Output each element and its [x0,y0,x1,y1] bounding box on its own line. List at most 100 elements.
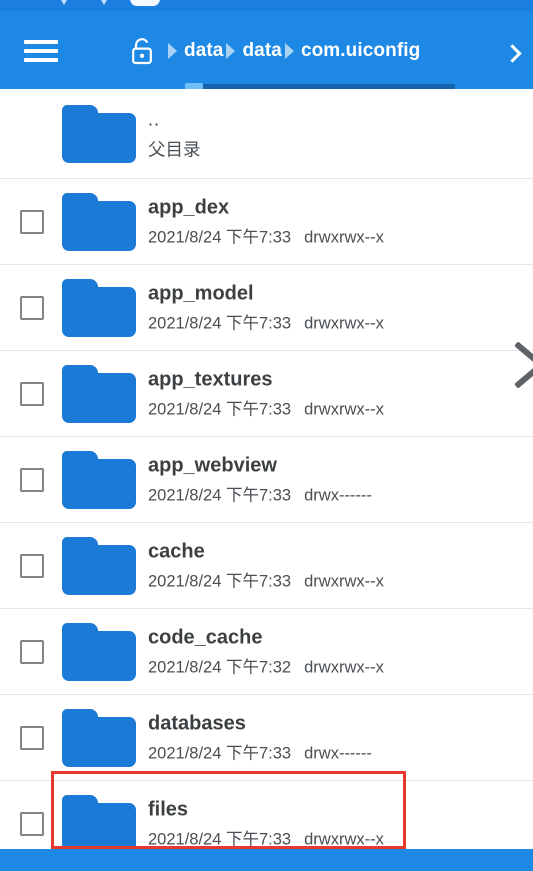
list-item-meta: 2021/8/24 下午7:33 drwxrwx--x [148,311,384,335]
folder-icon [62,794,136,849]
signal-icon [96,0,112,5]
table-row[interactable]: app_webview 2021/8/24 下午7:33 drwx------ [0,437,533,523]
folder-icon [62,364,136,423]
list-item-date: 2021/8/24 下午7:33 [148,572,292,590]
list-item-name: app_dex [148,196,230,218]
list-item-permissions: drwx------ [304,744,372,762]
list-item-date: 2021/8/24 下午7:33 [148,314,292,332]
list-item-meta: 2021/8/24 下午7:33 drwxrwx--x [148,225,384,249]
list-item-text: app_model 2021/8/24 下午7:33 drwxrwx--x [148,280,384,335]
list-item-text: app_dex 2021/8/24 下午7:33 drwxrwx--x [148,194,384,249]
list-item-name: app_textures [148,368,273,390]
folder-body [62,802,136,849]
file-list[interactable]: .. 父目录 app_dex 2021/8/24 下午7:33 drwxrwx--x… [0,89,533,849]
table-row[interactable]: cache 2021/8/24 下午7:33 drwxrwx--x [0,523,533,609]
folder-icon [62,536,136,595]
list-item-date: 2021/8/24 下午7:33 [148,830,292,848]
list-item-meta: 2021/8/24 下午7:32 drwxrwx--x [148,655,384,679]
breadcrumb-item-data[interactable]: data [242,40,281,62]
breadcrumb-item-data[interactable]: data [184,40,223,62]
row-checkbox[interactable] [20,381,44,406]
signal-icon [56,0,72,5]
breadcrumb-separator-icon [284,43,294,59]
folder-icon [62,192,136,251]
table-row[interactable]: app_textures 2021/8/24 下午7:33 drwxrwx--x [0,351,533,437]
list-item-parent-directory[interactable]: .. 父目录 [0,89,533,179]
list-item-text: cache 2021/8/24 下午7:33 drwxrwx--x [148,538,384,593]
menu-bar-line [24,40,58,44]
table-row[interactable]: code_cache 2021/8/24 下午7:32 drwxrwx--x [0,609,533,695]
bottom-bar [0,849,533,871]
folder-body [62,286,136,337]
hamburger-menu-icon[interactable] [24,38,58,64]
breadcrumb-separator-icon [226,43,236,59]
status-bar [0,0,533,11]
folder-icon [62,104,136,163]
list-item-permissions: drwxrwx--x [304,572,384,590]
folder-body [62,200,136,251]
list-item-text: .. 父目录 [148,106,201,161]
file-rows: app_dex 2021/8/24 下午7:33 drwxrwx--x app_mod… [0,179,533,849]
list-item-date: 2021/8/24 下午7:33 [148,486,292,504]
chevron-right-icon[interactable] [509,337,533,395]
folder-body [62,716,136,767]
list-item-permissions: drwxrwx--x [304,658,384,676]
folder-icon [62,622,136,681]
folder-body [62,630,136,681]
list-item-permissions: drwxrwx--x [304,314,384,332]
folder-icon [62,708,136,767]
list-item-name: app_model [148,282,254,304]
folder-icon [62,278,136,337]
row-checkbox[interactable] [20,553,44,578]
list-item-text: files 2021/8/24 下午7:33 drwxrwx--x [148,796,384,849]
chevron-right-icon[interactable] [503,45,523,65]
list-item-date: 2021/8/24 下午7:33 [148,744,292,762]
breadcrumb-separator-icon [168,43,177,59]
row-checkbox[interactable] [20,467,44,492]
list-item-permissions: drwxrwx--x [304,830,384,848]
list-item-permissions: drwx------ [304,486,372,504]
menu-bar-line [24,58,58,62]
list-item-meta: 2021/8/24 下午7:33 drwxrwx--x [148,397,384,421]
list-item-text: app_textures 2021/8/24 下午7:33 drwxrwx--x [148,366,384,421]
breadcrumb: data data com.uiconfig [165,35,420,67]
folder-body [62,372,136,423]
list-item-date: 2021/8/24 下午7:33 [148,228,292,246]
list-item-date: 2021/8/24 下午7:33 [148,400,292,418]
menu-bar-line [24,49,58,53]
list-item-name: code_cache [148,626,263,648]
list-item-meta: 2021/8/24 下午7:33 drwxrwx--x [148,569,384,593]
row-checkbox[interactable] [20,639,44,664]
app-bar: data data com.uiconfig [0,11,533,90]
list-item-meta: 2021/8/24 下午7:33 drwx------ [148,741,372,765]
list-item-name: .. [148,109,161,129]
list-item-permissions: drwxrwx--x [304,400,384,418]
list-item-meta: 父目录 [148,139,201,159]
list-item-meta: 2021/8/24 下午7:33 drwxrwx--x [148,827,384,849]
list-item-date: 2021/8/24 下午7:32 [148,658,292,676]
folder-icon [62,450,136,509]
table-row[interactable]: app_model 2021/8/24 下午7:33 drwxrwx--x [0,265,533,351]
row-checkbox[interactable] [20,725,44,750]
list-item-name: files [148,798,189,820]
table-row[interactable]: files 2021/8/24 下午7:33 drwxrwx--x [0,781,533,849]
list-item-name: app_webview [148,454,277,476]
table-row[interactable]: app_dex 2021/8/24 下午7:33 drwxrwx--x [0,179,533,265]
folder-body [62,112,136,163]
table-row[interactable]: databases 2021/8/24 下午7:33 drwx------ [0,695,533,781]
list-item-text: code_cache 2021/8/24 下午7:32 drwxrwx--x [148,624,384,679]
row-checkbox[interactable] [20,295,44,320]
list-item-text: app_webview 2021/8/24 下午7:33 drwx------ [148,452,372,507]
battery-icon [130,0,160,6]
list-item-name: databases [148,712,246,734]
breadcrumb-item-com-uiconfig[interactable]: com.uiconfig [301,40,420,62]
list-item-text: databases 2021/8/24 下午7:33 drwx------ [148,710,372,765]
row-checkbox[interactable] [20,209,44,234]
folder-body [62,544,136,595]
list-item-meta: 2021/8/24 下午7:33 drwx------ [148,483,372,507]
list-item-name: cache [148,540,205,562]
folder-body [62,458,136,509]
row-checkbox[interactable] [20,811,44,836]
unlocked-padlock-icon[interactable] [130,37,154,65]
list-item-permissions: drwxrwx--x [304,228,384,246]
